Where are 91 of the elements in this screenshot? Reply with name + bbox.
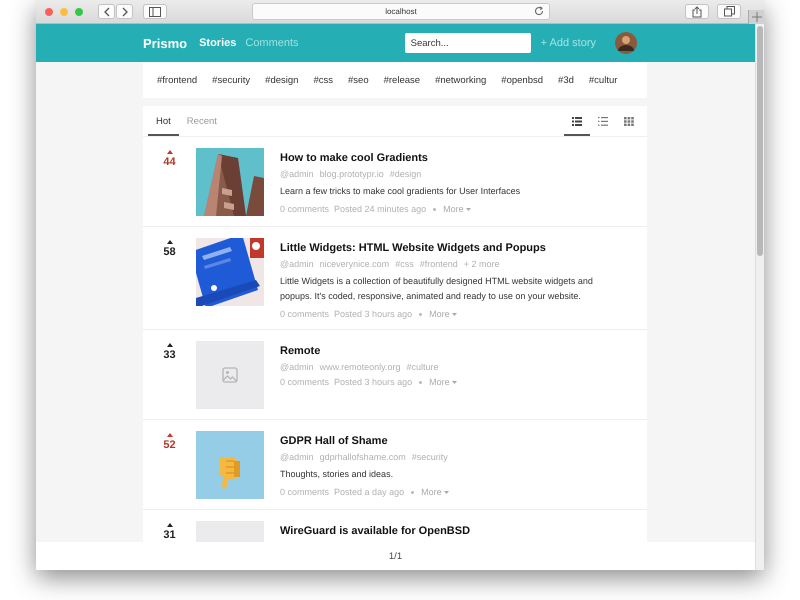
- posted-time: Posted 3 hours ago: [334, 309, 412, 319]
- meta-link[interactable]: niceverynice.com: [320, 259, 390, 269]
- vote-count: 31: [163, 529, 176, 541]
- tag-link[interactable]: #networking: [435, 74, 486, 86]
- image-icon: [222, 367, 238, 383]
- chevron-left-icon: [102, 6, 110, 16]
- more-dropdown[interactable]: More: [421, 487, 449, 497]
- tabs-button[interactable]: [717, 4, 741, 19]
- separator-dot: [433, 208, 436, 210]
- list-icon: [598, 117, 608, 126]
- sidebar-icon: [149, 6, 161, 16]
- story-title[interactable]: Little Widgets: HTML Website Widgets and Popups: [280, 242, 546, 254]
- upvote-icon[interactable]: [166, 523, 172, 527]
- share-button[interactable]: [685, 4, 709, 19]
- scroll-thumb[interactable]: [757, 26, 763, 256]
- posted-time: Posted 24 minutes ago: [334, 204, 426, 214]
- upvote-icon[interactable]: [166, 240, 172, 244]
- url-text: localhost: [385, 7, 417, 16]
- card-view-button[interactable]: [564, 117, 590, 136]
- story-description: Thoughts, stories and ideas.: [280, 468, 394, 481]
- reload-icon[interactable]: [534, 6, 544, 16]
- scrollbar[interactable]: [755, 24, 764, 570]
- vote-count: 44: [163, 156, 176, 168]
- tag-link[interactable]: #css: [313, 74, 333, 86]
- comments-link[interactable]: 0 comments: [280, 377, 330, 387]
- tag-link[interactable]: #design: [265, 74, 298, 86]
- caret-icon: [444, 490, 449, 494]
- vote-count: 52: [163, 439, 176, 451]
- upvote-icon[interactable]: [166, 343, 172, 347]
- caret-icon: [466, 208, 471, 210]
- meta-link[interactable]: #css: [395, 259, 414, 269]
- meta-link[interactable]: @admin: [280, 452, 314, 462]
- new-tab-button[interactable]: [748, 10, 764, 24]
- meta-link[interactable]: @admin: [280, 169, 314, 179]
- tag-link[interactable]: #openbsd: [501, 74, 544, 86]
- story-description: Little Widgets is a collection of beautifully designed HTML website widgets and popups. It's coded, responsive, animated and ready to use on your website.: [280, 275, 594, 303]
- chevron-right-icon: [120, 6, 128, 16]
- tag-link[interactable]: #cultur: [588, 74, 618, 86]
- share-icon: [692, 6, 702, 18]
- comments-link[interactable]: 0 comments: [280, 204, 330, 214]
- comments-link[interactable]: 0 comments: [280, 487, 330, 497]
- search-field[interactable]: Search...: [404, 33, 531, 53]
- tabs-icon: [724, 6, 734, 17]
- meta-link[interactable]: #design: [390, 169, 422, 179]
- address-bar[interactable]: localhost: [252, 3, 550, 20]
- separator-dot: [419, 380, 422, 384]
- posted-time: Posted a day ago: [334, 487, 404, 497]
- tag-link[interactable]: #seo: [348, 74, 369, 86]
- story-title[interactable]: How to make cool Gradients: [280, 152, 428, 164]
- more-dropdown[interactable]: More: [429, 309, 457, 319]
- meta-link[interactable]: #security: [412, 452, 448, 462]
- vote-count: 33: [163, 349, 176, 361]
- tab[interactable]: Hot: [148, 116, 179, 136]
- add-story-link[interactable]: + Add story: [540, 37, 596, 49]
- comments-link[interactable]: 0 comments: [280, 309, 330, 319]
- sidebar-button[interactable]: [143, 4, 167, 19]
- tag-link[interactable]: #release: [384, 74, 420, 86]
- meta-link[interactable]: www.remoteonly.org: [320, 362, 401, 372]
- avatar-icon[interactable]: [615, 32, 637, 54]
- page-indicator: 1/1: [388, 550, 402, 562]
- separator-dot: [419, 312, 422, 316]
- more-dropdown[interactable]: More: [443, 204, 471, 214]
- nav-link[interactable]: Stories: [199, 37, 236, 49]
- nav-link[interactable]: Comments: [245, 37, 299, 49]
- caret-icon: [452, 312, 457, 316]
- meta-link[interactable]: blog.prototypr.io: [320, 169, 384, 179]
- grid-icon: [624, 117, 634, 126]
- meta-link[interactable]: @admin: [280, 259, 314, 269]
- story-title[interactable]: WireGuard is available for OpenBSD: [280, 525, 470, 537]
- card-list-icon: [572, 117, 582, 126]
- story-description: Learn a few tricks to make cool gradients for User Interfaces: [280, 185, 522, 198]
- story-title[interactable]: GDPR Hall of Shame: [280, 435, 388, 447]
- meta-link[interactable]: #culture: [406, 362, 439, 372]
- more-dropdown[interactable]: More: [429, 377, 457, 387]
- brand-logo[interactable]: Prismo: [143, 36, 188, 50]
- meta-link[interactable]: @admin: [280, 362, 314, 372]
- separator-dot: [411, 490, 414, 494]
- tag-link[interactable]: #3d: [558, 74, 574, 86]
- tab[interactable]: Recent: [178, 116, 225, 136]
- posted-time: Posted 3 hours ago: [334, 377, 412, 387]
- back-button[interactable]: [98, 4, 115, 19]
- tag-link[interactable]: #frontend: [157, 74, 198, 86]
- story-title[interactable]: Remote: [280, 345, 320, 357]
- meta-link[interactable]: #frontend: [420, 259, 458, 269]
- forward-button[interactable]: [116, 4, 133, 19]
- meta-link[interactable]: + 2 more: [464, 259, 500, 269]
- plus-icon: [752, 12, 762, 22]
- tag-link[interactable]: #security: [212, 74, 250, 86]
- vote-count: 58: [163, 246, 176, 258]
- caret-icon: [452, 380, 457, 384]
- meta-link[interactable]: gdprhallofshame.com: [320, 452, 406, 462]
